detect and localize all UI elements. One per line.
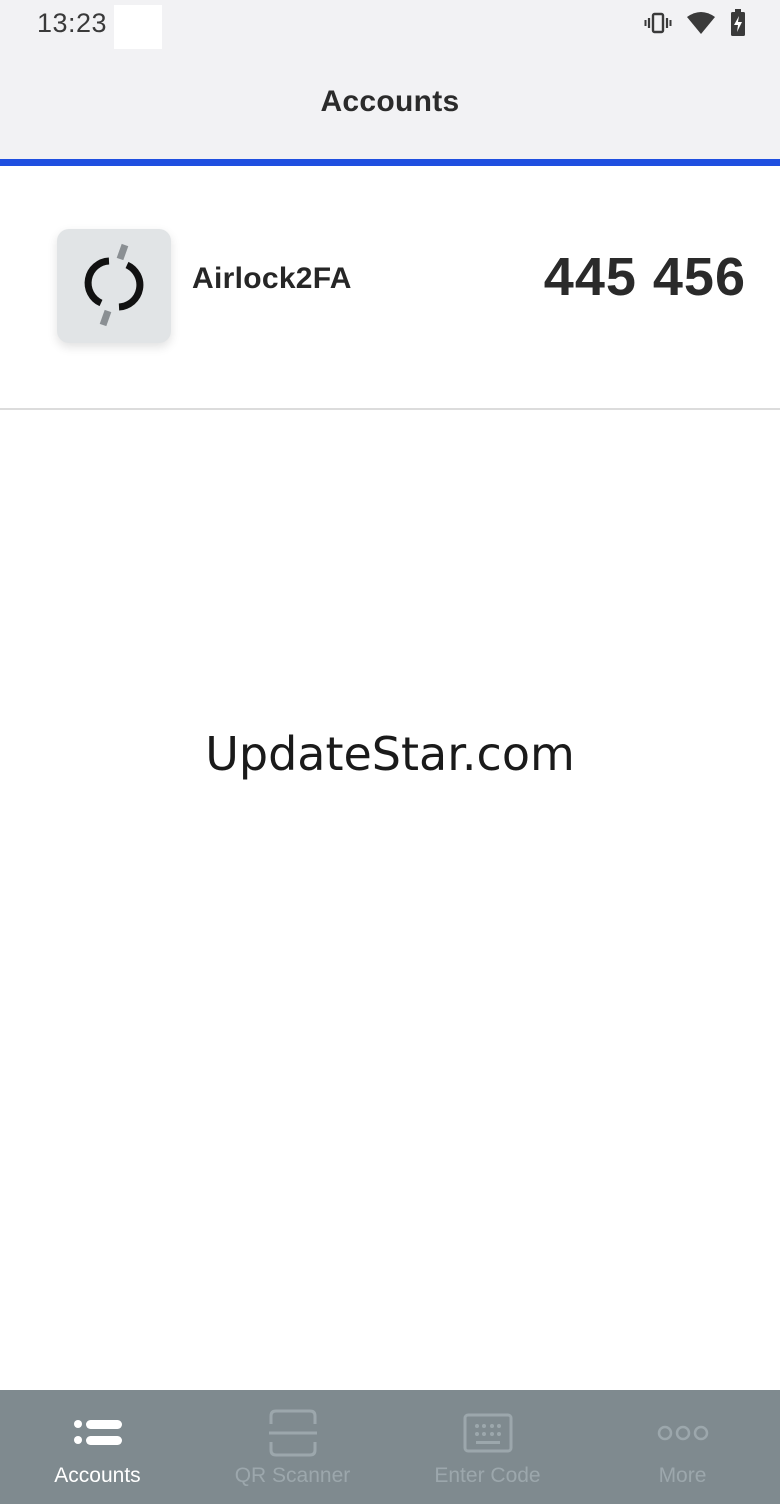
tab-accounts[interactable]: Accounts bbox=[0, 1390, 195, 1504]
account-name: Airlock2FA bbox=[192, 262, 352, 295]
tab-qr-scanner-label: QR Scanner bbox=[234, 1464, 351, 1487]
tab-more[interactable]: More bbox=[585, 1390, 780, 1504]
status-bar: 13:23 bbox=[0, 0, 780, 52]
wifi-icon bbox=[686, 11, 716, 40]
tab-more-label: More bbox=[658, 1464, 707, 1487]
battery-charging-icon bbox=[730, 8, 746, 42]
list-icon bbox=[68, 1408, 128, 1458]
header-accent-bar bbox=[0, 159, 780, 166]
account-row[interactable]: Airlock2FA 445 456 bbox=[0, 166, 780, 410]
tab-qr-scanner[interactable]: QR Scanner bbox=[195, 1390, 390, 1504]
bottom-tab-bar: Accounts QR Scanner Enter Code More bbox=[0, 1390, 780, 1504]
status-icons bbox=[644, 8, 746, 42]
tab-enter-code[interactable]: Enter Code bbox=[390, 1390, 585, 1504]
top-area: 13:23 Accounts bbox=[0, 0, 780, 159]
notification-icon bbox=[114, 5, 162, 49]
tab-enter-code-label: Enter Code bbox=[434, 1464, 541, 1487]
watermark-text: UpdateStar.com bbox=[205, 727, 575, 781]
otp-code: 445 456 bbox=[543, 247, 746, 307]
airlock-logo-icon bbox=[57, 229, 171, 343]
vibrate-icon bbox=[644, 11, 672, 40]
page-title: Accounts bbox=[320, 85, 460, 118]
qr-scanner-icon bbox=[263, 1408, 323, 1458]
app-screen: 13:23 Accounts Airlock2FA 445 456 Update… bbox=[0, 0, 780, 1504]
keypad-icon bbox=[458, 1408, 518, 1458]
more-dots-icon bbox=[653, 1408, 713, 1458]
status-time: 13:23 bbox=[37, 8, 108, 38]
tab-accounts-label: Accounts bbox=[54, 1464, 141, 1487]
